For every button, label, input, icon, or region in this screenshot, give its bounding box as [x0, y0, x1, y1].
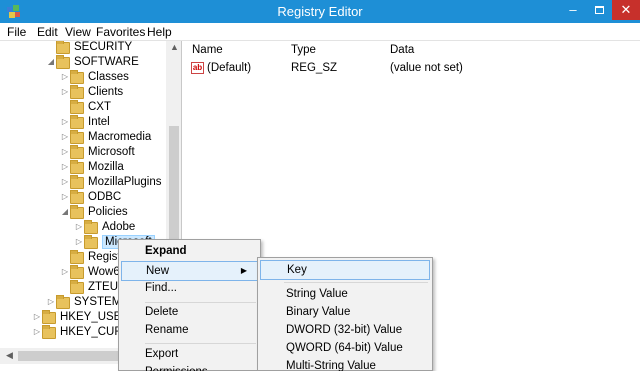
- expander-icon[interactable]: ▷: [60, 72, 70, 82]
- menu-item-new[interactable]: New ▶: [121, 261, 258, 281]
- expander-icon[interactable]: [60, 252, 70, 262]
- expander-icon[interactable]: ▷: [60, 177, 70, 187]
- menu-favorites[interactable]: Favorites: [96, 25, 145, 39]
- menu-bar: File Edit View Favorites Help: [0, 23, 640, 41]
- menu-view[interactable]: View: [65, 25, 91, 39]
- maximize-icon: [594, 6, 604, 14]
- menu-edit[interactable]: Edit: [37, 25, 58, 39]
- folder-icon: [42, 325, 56, 339]
- folder-icon: [70, 160, 84, 174]
- menu-item-permissions[interactable]: Permissions...: [121, 363, 258, 371]
- minimize-button[interactable]: –: [560, 0, 586, 20]
- expander-icon[interactable]: ▷: [74, 237, 84, 247]
- folder-icon: [70, 145, 84, 159]
- column-data-header[interactable]: Data: [390, 44, 414, 56]
- title-bar: Registry Editor – ✕: [0, 0, 640, 23]
- menu-item-delete[interactable]: Delete: [121, 303, 258, 323]
- submenu-item-multi-string-value[interactable]: Multi-String Value: [260, 357, 430, 371]
- expander-icon[interactable]: ▷: [32, 312, 42, 322]
- scroll-up-icon[interactable]: ▲: [170, 42, 179, 52]
- menu-item-expand[interactable]: Expand: [121, 242, 258, 262]
- expander-icon[interactable]: ▷: [60, 87, 70, 97]
- submenu-item-dword-value[interactable]: DWORD (32-bit) Value: [260, 321, 430, 341]
- column-type-header[interactable]: Type: [291, 44, 316, 56]
- folder-icon: [70, 250, 84, 264]
- menu-item-rename[interactable]: Rename: [121, 321, 258, 341]
- folder-icon: [56, 295, 70, 309]
- folder-icon: [70, 70, 84, 84]
- folder-icon: [70, 265, 84, 279]
- expander-icon[interactable]: ▷: [60, 147, 70, 157]
- string-value-icon: ab: [191, 62, 204, 74]
- scroll-left-icon[interactable]: ◀: [6, 350, 13, 361]
- menu-file[interactable]: File: [7, 25, 26, 39]
- submenu-item-binary-value[interactable]: Binary Value: [260, 303, 430, 323]
- close-button[interactable]: ✕: [612, 0, 640, 20]
- expander-icon[interactable]: ▷: [60, 132, 70, 142]
- folder-icon: [70, 130, 84, 144]
- column-name-header[interactable]: Name: [192, 44, 223, 56]
- value-name: (Default): [207, 62, 252, 74]
- expander-icon[interactable]: ▷: [60, 162, 70, 172]
- value-data: (value not set): [390, 62, 463, 74]
- menu-item-find[interactable]: Find...: [121, 279, 258, 299]
- menu-separator: [284, 282, 428, 283]
- submenu-item-string-value[interactable]: String Value: [260, 285, 430, 305]
- context-menu: Expand New ▶ Find... Delete Rename Expor…: [118, 239, 261, 371]
- scrollbar-thumb[interactable]: [18, 351, 128, 361]
- folder-icon: [70, 85, 84, 99]
- folder-icon: [70, 280, 84, 294]
- expander-icon[interactable]: ▷: [74, 222, 84, 232]
- menu-item-export[interactable]: Export: [121, 345, 258, 365]
- expander-icon[interactable]: ▷: [46, 297, 56, 307]
- expander-icon[interactable]: ◢: [46, 57, 56, 67]
- expander-icon[interactable]: ▷: [32, 327, 42, 337]
- expander-icon[interactable]: [60, 102, 70, 112]
- folder-icon: [70, 175, 84, 189]
- folder-icon: [56, 55, 70, 69]
- submenu-item-qword-value[interactable]: QWORD (64-bit) Value: [260, 339, 430, 359]
- folder-icon: [56, 41, 70, 54]
- window-title: Registry Editor: [277, 4, 363, 19]
- folder-icon: [70, 205, 84, 219]
- expander-icon[interactable]: [46, 42, 56, 52]
- submenu-arrow-icon: ▶: [240, 266, 247, 275]
- submenu-item-key[interactable]: Key: [260, 260, 430, 280]
- menu-help[interactable]: Help: [147, 25, 172, 39]
- folder-icon: [42, 310, 56, 324]
- maximize-button[interactable]: [586, 0, 612, 20]
- folder-icon: [84, 235, 98, 249]
- expander-icon[interactable]: [60, 282, 70, 292]
- expander-icon[interactable]: ▷: [60, 267, 70, 277]
- folder-icon: [70, 115, 84, 129]
- folder-icon: [84, 220, 98, 234]
- menu-separator: [145, 343, 256, 344]
- expander-icon[interactable]: ◢: [60, 207, 70, 217]
- expander-icon[interactable]: ▷: [60, 117, 70, 127]
- new-submenu: Key String Value Binary Value DWORD (32-…: [257, 257, 433, 371]
- folder-icon: [70, 100, 84, 114]
- value-type: REG_SZ: [291, 62, 338, 74]
- folder-icon: [70, 190, 84, 204]
- expander-icon[interactable]: ▷: [60, 192, 70, 202]
